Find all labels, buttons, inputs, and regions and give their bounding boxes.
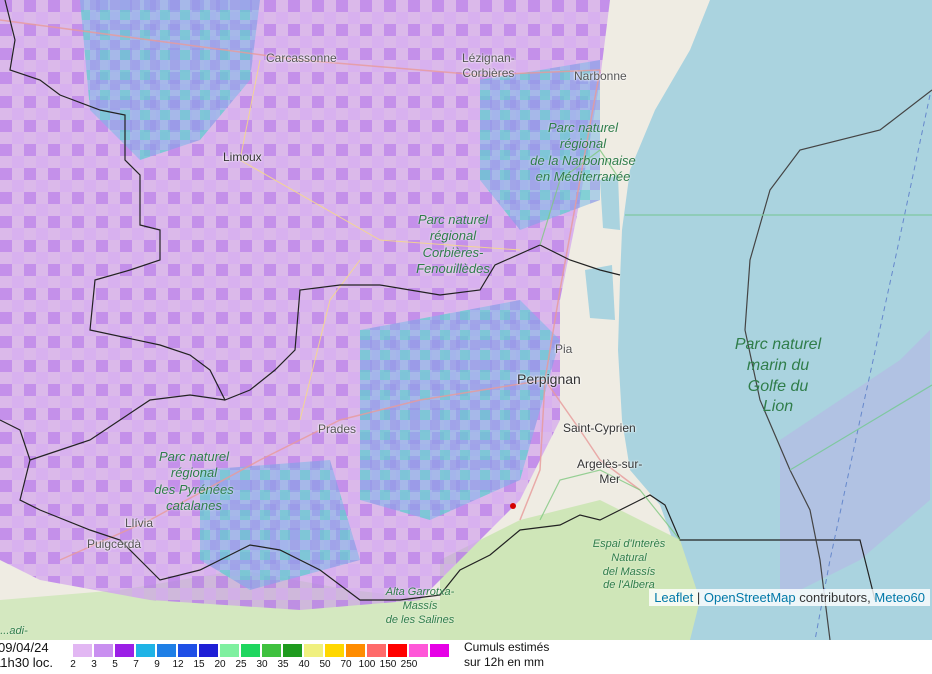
legend-swatch: [262, 644, 281, 657]
legend-swatch: [430, 644, 449, 657]
city-limoux: Limoux: [223, 150, 262, 164]
legend-swatch: [199, 644, 218, 657]
city-argeles: Argelès-sur- Mer: [577, 457, 643, 486]
city-pia: Pia: [555, 342, 573, 356]
meteo60-link[interactable]: Meteo60: [874, 590, 925, 605]
legend-swatch: [157, 644, 176, 657]
legend-time: 11h30 loc.: [0, 655, 54, 670]
legend-swatch: [94, 644, 113, 657]
park-garrotxa: Alta Garrotxa- Massís de les Salines: [385, 586, 455, 626]
legend-swatch: [178, 644, 197, 657]
attribution-sep: |: [696, 590, 704, 605]
legend-swatch: [220, 644, 239, 657]
precipitation-legend: 09/04/24 11h30 loc. 23579121520253035405…: [0, 640, 932, 674]
city-saint-cyprien: Saint-Cyprien: [563, 421, 636, 435]
park-corbieres: Parc naturel régional Corbières- Fenouil…: [416, 212, 490, 276]
map-view[interactable]: Carcassonne Lézignan- Corbières Narbonne…: [0, 0, 932, 640]
legend-swatch: [136, 644, 155, 657]
legend-title-line2: sur 12h en mm: [464, 655, 545, 669]
legend-swatch: [73, 644, 92, 657]
legend-swatch: [388, 644, 407, 657]
legend-date: 09/04/24: [0, 640, 49, 655]
park-pyrenees: Parc naturel régional des Pyrénées catal…: [154, 449, 234, 513]
legend-swatch: [367, 644, 386, 657]
legend-swatch: [304, 644, 323, 657]
attribution-contrib: contributors,: [795, 590, 875, 605]
legend-swatch: [283, 644, 302, 657]
map-attribution: Leaflet | OpenStreetMap contributors, Me…: [649, 589, 930, 606]
legend-swatch: [409, 644, 428, 657]
legend-datetime: 09/04/24 11h30 loc.: [0, 640, 53, 670]
city-carcassonne: Carcassonne: [266, 51, 337, 65]
city-llivia: Llívia: [125, 516, 154, 530]
park-albera: Espai d'Interès Natural del Massís de l'…: [592, 538, 666, 592]
city-puigcerda: Puigcerdà: [87, 537, 142, 551]
city-perpignan: Perpignan: [517, 371, 581, 387]
legend-swatch: [346, 644, 365, 657]
location-marker[interactable]: [510, 503, 516, 509]
osm-link[interactable]: OpenStreetMap: [704, 590, 796, 605]
city-narbonne: Narbonne: [574, 69, 627, 83]
leaflet-link[interactable]: Leaflet: [654, 590, 693, 605]
legend-swatch: [115, 644, 134, 657]
legend-title: Cumuls estimés sur 12h en mm: [464, 640, 549, 670]
park-narbonnaise: Parc naturel régional de la Narbonnaise …: [530, 120, 636, 184]
city-prades: Prades: [318, 422, 357, 436]
park-golfe-du-lion: Parc naturel marin du Golfe du Lion: [734, 336, 822, 416]
legend-swatch: [241, 644, 260, 657]
park-cadi: ...adi-: [0, 625, 28, 637]
legend-title-line1: Cumuls estimés: [464, 640, 550, 654]
city-lezignan: Lézignan- Corbières: [462, 51, 515, 80]
legend-swatch: [325, 644, 344, 657]
legend-tick: 250: [400, 659, 418, 670]
